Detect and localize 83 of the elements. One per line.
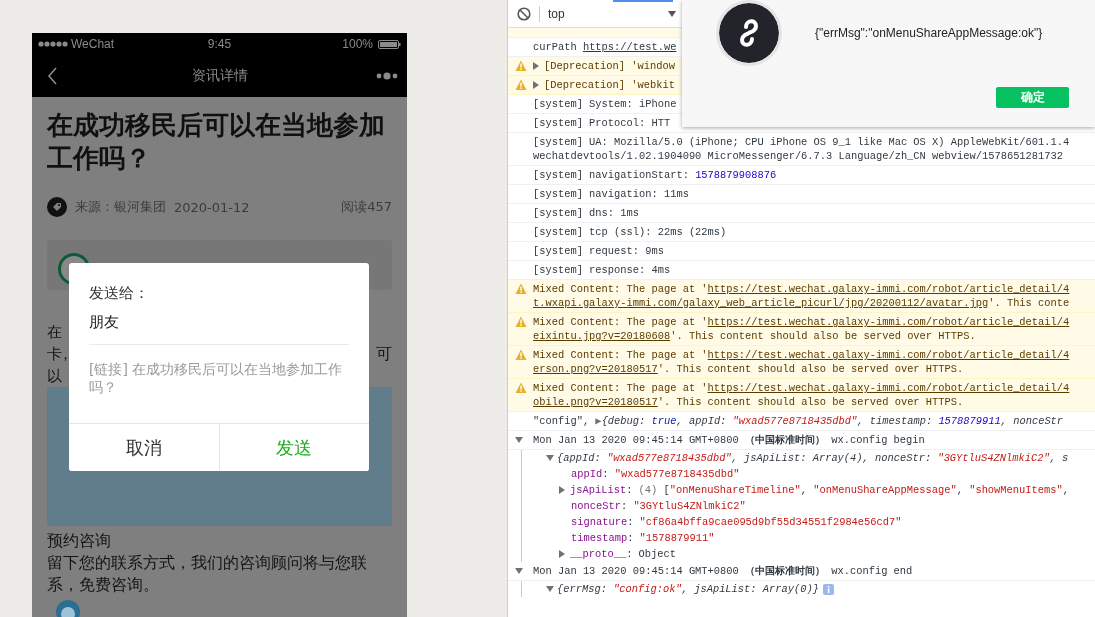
article-source: 来源：银河集团 bbox=[75, 198, 166, 216]
expand-arrow-icon[interactable] bbox=[515, 568, 523, 574]
expand-arrow-icon[interactable] bbox=[533, 81, 539, 89]
log-text: erson.png?v=20180517'. This content should also be served over HTTPS. bbox=[533, 362, 964, 376]
log-text: [system] navigation: 11ms bbox=[533, 187, 689, 201]
expand-arrow-icon[interactable] bbox=[559, 486, 565, 494]
log-text: Mixed Content: The page at 'https://test.wechat.galaxy-immi.com/robot/article_detail/4 bbox=[533, 348, 1070, 362]
context-select[interactable]: top bbox=[548, 6, 676, 21]
log-link[interactable]: erson.png?v=20180517 bbox=[533, 363, 658, 375]
recipient-name: 朋友 bbox=[89, 312, 120, 332]
warning-icon bbox=[514, 349, 527, 361]
status-time: 9:45 bbox=[207, 37, 232, 51]
log-link[interactable]: https://test.wechat.galaxy-immi.com/robot/article_detail/4 bbox=[707, 316, 1070, 328]
log-text: [system] response: 4ms bbox=[533, 263, 671, 277]
log-text: {appId: "wxad577e8718435dbd", jsApiList: Array(4), nonceStr: "3GYtluS4ZNlmkiC2", s bbox=[557, 451, 1069, 466]
read-count: 阅读457 bbox=[341, 198, 392, 216]
article-date: 2020-01-12 bbox=[174, 199, 250, 215]
more-icon[interactable] bbox=[376, 72, 398, 80]
log-text: Mixed Content: The page at 'https://test.wechat.galaxy-immi.com/robot/article_detail/4 bbox=[533, 381, 1070, 395]
log-text: [system] request: 9ms bbox=[533, 244, 664, 258]
log-link[interactable]: https://test.we bbox=[582, 41, 677, 53]
log-text: Mixed Content: The page at 'https://test.wechat.galaxy-immi.com/robot/article_detail/4 bbox=[533, 315, 1070, 329]
article-title: 在成功移民后可以在当地参加工作吗？ bbox=[47, 109, 386, 175]
log-link[interactable]: https://test.wechat.galaxy-immi.com/robot/article_detail/4 bbox=[707, 283, 1070, 295]
log-link[interactable]: t.wxapi.galaxy-immi.com/galaxy_web_article_picurl/jpg/20200112/avatar.jpg bbox=[533, 297, 989, 309]
log-text: signature: "cf86a4bffa9cae095d9bf55d34551f2984e56cd7" bbox=[571, 515, 902, 530]
log-text: [system] UA: Mozilla/5.0 (iPhone; CPU iPhone OS 9_1 like Mac OS X) AppleWebKit/601.1.4 bbox=[533, 135, 1070, 149]
expand-arrow-icon[interactable] bbox=[559, 550, 565, 558]
log-text: wechatdevtools/1.02.1904090 MicroMessenger/6.7.3 Language/zh_CN webview/1578651281732 bbox=[533, 149, 1063, 163]
body-text: 以 bbox=[47, 366, 58, 387]
expand-arrow-icon[interactable] bbox=[515, 437, 523, 443]
clear-console-icon[interactable] bbox=[517, 6, 531, 21]
carrier-name: WeChat bbox=[71, 37, 115, 51]
log-text: [system] dns: 1ms bbox=[533, 206, 639, 220]
dialog-label: 发送给： bbox=[89, 283, 150, 303]
consult-title: 预约咨询 bbox=[47, 530, 112, 552]
log-text: t.wxapi.galaxy-immi.com/galaxy_web_article_picurl/jpg/20200112/avatar.jpg'. This conte bbox=[533, 296, 1070, 310]
warning-icon bbox=[514, 316, 527, 328]
tab-indicator bbox=[613, 0, 673, 2]
expand-arrow-icon[interactable] bbox=[546, 586, 554, 592]
log-text: Mixed Content: The page at 'https://test.wechat.galaxy-immi.com/robot/article_detail/4 bbox=[533, 282, 1070, 296]
log-text: curPath https://test.we bbox=[533, 40, 677, 54]
warning-icon bbox=[514, 60, 527, 72]
log-text: __proto__: Object bbox=[570, 547, 676, 562]
log-text: [system] System: iPhone bbox=[533, 97, 677, 111]
expand-arrow-icon[interactable] bbox=[533, 62, 539, 70]
signal-dots-icon bbox=[38, 41, 68, 47]
log-text: Mon Jan 13 2020 09:45:14 GMT+0800 （中国标准时间） wx.config end bbox=[533, 564, 913, 578]
log-text: [Deprecation] 'window bbox=[544, 59, 675, 73]
warning-icon bbox=[514, 382, 527, 394]
body-text: 可 bbox=[376, 343, 392, 365]
battery-percent: 100% bbox=[342, 37, 373, 51]
caret-icon bbox=[668, 10, 676, 17]
log-link[interactable]: https://test.wechat.galaxy-immi.com/robot/article_detail/4 bbox=[707, 382, 1070, 394]
warning-icon bbox=[514, 283, 527, 295]
consult-text: 留下您的联系方式，我们的咨询顾问将与您联系，免费咨询。 bbox=[47, 552, 368, 596]
log-link[interactable]: https://test.wechat.galaxy-immi.com/robot/article_detail/4 bbox=[707, 349, 1070, 361]
log-text: jsApiList: (4) ["onMenuShareTimeline", "onMenuShareAppMessage", "showMenuItems", bbox=[570, 483, 1069, 498]
mini-program-logo-icon bbox=[719, 3, 779, 63]
log-text: {errMsg: "config:ok", jsApiList: Array(0)} bbox=[557, 582, 819, 597]
log-text: appId: "wxad577e8718435dbd" bbox=[571, 467, 740, 482]
log-text: nonceStr: "3GYtluS4ZNlmkiC2" bbox=[571, 499, 746, 514]
log-text: obile.png?v=20180517'. This content should also be served over HTTPS. bbox=[533, 395, 964, 409]
warning-icon bbox=[514, 79, 527, 91]
nav-title: 资讯详情 bbox=[191, 67, 248, 85]
log-text: [system] navigationStart: 1578879908876 bbox=[533, 168, 777, 182]
body-text: 卡， bbox=[47, 344, 69, 365]
battery-icon bbox=[378, 39, 401, 49]
log-text: "config", ▶{debug: true, appId: "wxad577e8718435dbd", timestamp: 1578879911, nonceStr bbox=[533, 414, 1064, 428]
expand-arrow-icon[interactable] bbox=[546, 455, 554, 461]
log-text: [system] Protocol: HTT bbox=[533, 116, 671, 130]
log-text: Mon Jan 13 2020 09:45:14 GMT+0800 （中国标准时间） wx.config begin bbox=[533, 433, 925, 447]
log-text: [system] tcp (ssl): 22ms (22ms) bbox=[533, 225, 727, 239]
alert-message: {"errMsg":"onMenuShareAppMessage:ok"} bbox=[815, 26, 1043, 40]
link-preview-text: [链接] 在成功移民后可以在当地参加工作吗？ bbox=[89, 360, 344, 396]
tag-icon bbox=[47, 197, 67, 217]
log-text: eixintu.jpg?v=20180608'. This content should also be served over HTTPS. bbox=[533, 329, 976, 343]
log-text: timestamp: "1578879911" bbox=[571, 531, 715, 546]
body-text: 在 bbox=[47, 322, 58, 343]
log-text: [Deprecation] 'webkit bbox=[544, 78, 675, 92]
log-link[interactable]: obile.png?v=20180517 bbox=[533, 396, 658, 408]
log-link[interactable]: eixintu.jpg?v=20180608 bbox=[533, 330, 671, 342]
back-icon[interactable] bbox=[46, 66, 58, 86]
